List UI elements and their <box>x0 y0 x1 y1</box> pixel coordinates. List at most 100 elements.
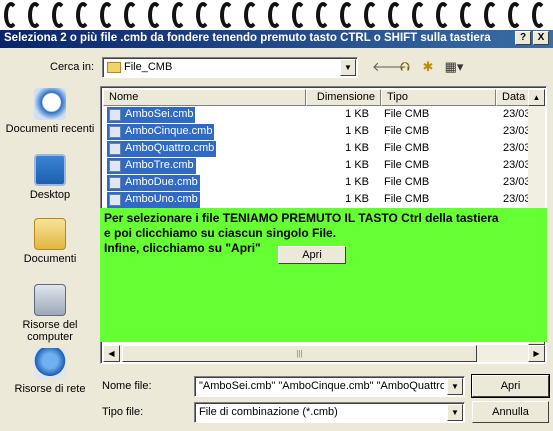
spiral-ring-decoration <box>460 2 474 28</box>
file-date: 23/03 <box>503 125 531 137</box>
spiral-ring-decoration <box>412 2 426 28</box>
dialog-title-bar: Seleziona 2 o più file .cmb da fondere t… <box>0 30 553 48</box>
spiral-ring-decoration <box>100 2 114 28</box>
column-header-date[interactable]: Data <box>496 89 529 106</box>
file-date: 23/03 <box>503 159 531 171</box>
file-row[interactable]: AmboTre.cmb 1 KB File CMB 23/03 <box>103 158 543 175</box>
horizontal-scrollbar[interactable]: ◀ ||| ▶ <box>103 345 545 362</box>
file-size: 1 KB <box>345 159 369 171</box>
spiral-ring-decoration <box>28 2 42 28</box>
instruction-note: Per selezionare i file TENIAMO PREMUTO I… <box>100 208 547 342</box>
scroll-right-icon[interactable]: ▶ <box>528 345 545 362</box>
look-in-value-wrap: File_CMB <box>107 61 172 73</box>
file-size: 1 KB <box>345 108 369 120</box>
file-date: 23/03 <box>503 193 531 205</box>
file-size: 1 KB <box>345 125 369 137</box>
file-name: AmboCinque.cmb <box>107 124 215 140</box>
file-icon <box>109 126 121 138</box>
column-header-size[interactable]: Dimensione <box>306 89 381 106</box>
file-icon <box>109 109 121 121</box>
place-label: Desktop <box>29 189 71 201</box>
file-type: File CMB <box>384 176 430 188</box>
column-header-name[interactable]: Nome <box>103 89 306 106</box>
spiral-ring-decoration <box>508 2 522 28</box>
scroll-left-icon[interactable]: ◀ <box>103 345 120 362</box>
spiral-ring-decoration <box>268 2 282 28</box>
file-row[interactable]: AmboDue.cmb 1 KB File CMB 23/03 <box>103 175 543 192</box>
spiral-ring-decoration <box>148 2 162 28</box>
chevron-down-icon[interactable]: ▼ <box>447 378 463 395</box>
look-in-value: File_CMB <box>124 61 173 73</box>
file-date: 23/03 <box>503 108 531 120</box>
spiral-ring-decoration <box>532 2 546 28</box>
places-bar: Documenti recenti Desktop Documenti Riso… <box>2 80 98 400</box>
close-button[interactable]: X <box>533 31 549 45</box>
spiral-ring-decoration <box>484 2 498 28</box>
file-type-select[interactable]: File di combinazione (*.cmb) ▼ <box>194 402 465 423</box>
place-my-computer[interactable]: Risorse del computer <box>2 284 98 343</box>
spiral-ring-decoration <box>292 2 306 28</box>
file-size: 1 KB <box>345 142 369 154</box>
new-folder-icon[interactable]: ✱ <box>418 58 438 76</box>
file-row[interactable]: AmboUno.cmb 1 KB File CMB 23/03 <box>103 192 543 209</box>
help-button[interactable]: ? <box>515 31 531 45</box>
column-header-type[interactable]: Tipo <box>381 89 496 106</box>
place-label: Documenti recenti <box>5 123 95 135</box>
file-name: AmboTre.cmb <box>107 158 196 174</box>
file-date: 23/03 <box>503 176 531 188</box>
file-name-input[interactable]: "AmboSei.cmb" "AmboCinque.cmb" "AmboQuat… <box>194 376 465 397</box>
instruction-line-1: Per selezionare i file TENIAMO PREMUTO I… <box>104 211 499 225</box>
place-desktop[interactable]: Desktop <box>2 154 98 201</box>
file-type: File CMB <box>384 142 430 154</box>
chevron-down-icon[interactable]: ▼ <box>340 59 356 76</box>
view-menu-icon[interactable]: ▦▾ <box>441 58 467 76</box>
back-arrow-icon[interactable]: 🡐 <box>372 58 407 76</box>
file-icon <box>109 177 121 189</box>
place-documents[interactable]: Documenti <box>2 218 98 265</box>
spiral-ring-decoration <box>316 2 330 28</box>
spiral-ring-decoration <box>244 2 258 28</box>
file-name-text: AmboSei.cmb <box>125 108 194 120</box>
recent-documents-icon <box>34 88 66 120</box>
file-size: 1 KB <box>345 176 369 188</box>
file-name-text: AmboDue.cmb <box>125 176 198 188</box>
up-folder-icon[interactable]: ⮉ <box>395 58 415 76</box>
file-row[interactable]: AmboQuattro.cmb 1 KB File CMB 23/03 <box>103 141 543 158</box>
look-in-combo[interactable]: File_CMB ▼ <box>102 57 358 78</box>
spiral-ring-decoration <box>340 2 354 28</box>
file-row[interactable]: AmboSei.cmb 1 KB File CMB 23/03 <box>103 107 543 124</box>
file-type: File CMB <box>384 125 430 137</box>
scroll-thumb[interactable]: ||| <box>122 345 477 362</box>
file-type-label: Tipo file: <box>102 406 144 418</box>
file-type: File CMB <box>384 108 430 120</box>
cancel-button[interactable]: Annulla <box>472 401 549 423</box>
file-type-value: File di combinazione (*.cmb) <box>199 406 338 418</box>
place-network[interactable]: Risorse di rete <box>2 348 98 395</box>
file-name-text: AmboUno.cmb <box>125 193 198 205</box>
spiral-ring-decoration <box>52 2 66 28</box>
chevron-down-icon[interactable]: ▼ <box>447 404 463 421</box>
network-places-icon <box>34 348 66 380</box>
instruction-line-2: e poi clicchiamo su ciascun singolo File… <box>104 226 337 240</box>
instruction-open-button: Apri <box>278 246 346 264</box>
my-computer-icon <box>34 284 66 316</box>
file-type: File CMB <box>384 193 430 205</box>
file-date: 23/03 <box>503 142 531 154</box>
file-name-text: AmboTre.cmb <box>125 159 194 171</box>
file-icon <box>109 143 121 155</box>
file-type: File CMB <box>384 159 430 171</box>
file-row[interactable]: AmboCinque.cmb 1 KB File CMB 23/03 <box>103 124 543 141</box>
place-label: Documenti <box>23 253 77 265</box>
desktop-icon <box>34 154 66 186</box>
place-label: Risorse del computer <box>22 319 78 343</box>
place-recent-documents[interactable]: Documenti recenti <box>2 88 98 135</box>
spiral-ring-decoration <box>220 2 234 28</box>
file-name: AmboSei.cmb <box>107 107 196 123</box>
spiral-binding-decoration <box>0 0 553 32</box>
file-name-label: Nome file: <box>102 380 152 392</box>
open-button[interactable]: Apri <box>471 374 550 398</box>
scroll-up-icon[interactable]: ▲ <box>528 89 545 106</box>
file-name: AmboQuattro.cmb <box>107 141 217 157</box>
spiral-ring-decoration <box>196 2 210 28</box>
file-name-text: AmboCinque.cmb <box>125 125 213 137</box>
